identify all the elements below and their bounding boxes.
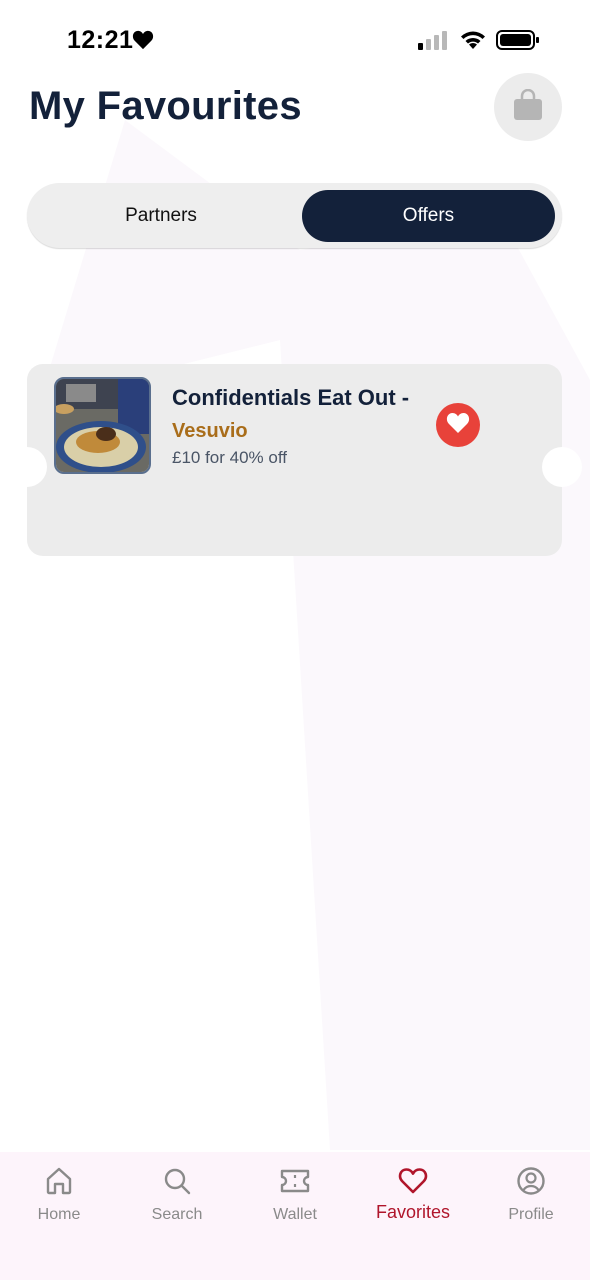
wifi-icon (459, 29, 487, 56)
offer-title: Confidentials Eat Out - (172, 385, 410, 410)
nav-item-profile[interactable]: Profile (472, 1164, 590, 1234)
offer-thumbnail (54, 377, 151, 474)
heart-icon (398, 1164, 428, 1198)
heart-icon (446, 412, 470, 439)
offer-description: £10 for 40% off (172, 448, 287, 467)
search-icon (162, 1164, 192, 1198)
favourites-tab-switcher: Partners Offers (27, 183, 562, 248)
nav-label-favorites: Favorites (375, 1202, 451, 1222)
heart-status-icon (132, 30, 154, 55)
tab-offers[interactable]: Offers (302, 190, 555, 242)
nav-label-search: Search (151, 1206, 203, 1223)
tab-offers-label: Offers (402, 205, 455, 226)
favourite-toggle-button[interactable] (436, 403, 480, 447)
ticket-notch-left (7, 447, 47, 487)
offer-partner-name[interactable]: Vesuvio (172, 420, 248, 443)
ticket-notch-right (542, 447, 582, 487)
nav-label-home: Home (37, 1206, 81, 1223)
cellular-signal-icon (418, 30, 450, 55)
user-circle-icon (516, 1164, 546, 1198)
nav-label-profile: Profile (508, 1206, 554, 1223)
nav-label-wallet: Wallet (273, 1206, 317, 1223)
status-time: 12:21 (67, 26, 134, 54)
nav-item-favorites[interactable]: Favorites (354, 1164, 472, 1234)
battery-icon (496, 30, 540, 55)
tab-partners-label: Partners (125, 205, 197, 226)
nav-item-home[interactable]: Home (0, 1164, 118, 1234)
nav-item-wallet[interactable]: Wallet (236, 1164, 354, 1234)
bottom-navigation: Home Search Wallet Favorites Profile (0, 1152, 590, 1280)
offer-card[interactable]: Confidentials Eat Out - Vesuvio £10 for … (7, 364, 582, 556)
status-bar: 12:21 (0, 0, 590, 80)
home-icon (44, 1164, 74, 1198)
nav-item-search[interactable]: Search (118, 1164, 236, 1234)
shopping-bag-button[interactable] (494, 73, 562, 141)
ticket-icon (279, 1164, 311, 1198)
page-title: My Favourites (29, 84, 302, 128)
tab-partners[interactable]: Partners (35, 190, 287, 242)
shopping-bag-icon (513, 88, 543, 126)
